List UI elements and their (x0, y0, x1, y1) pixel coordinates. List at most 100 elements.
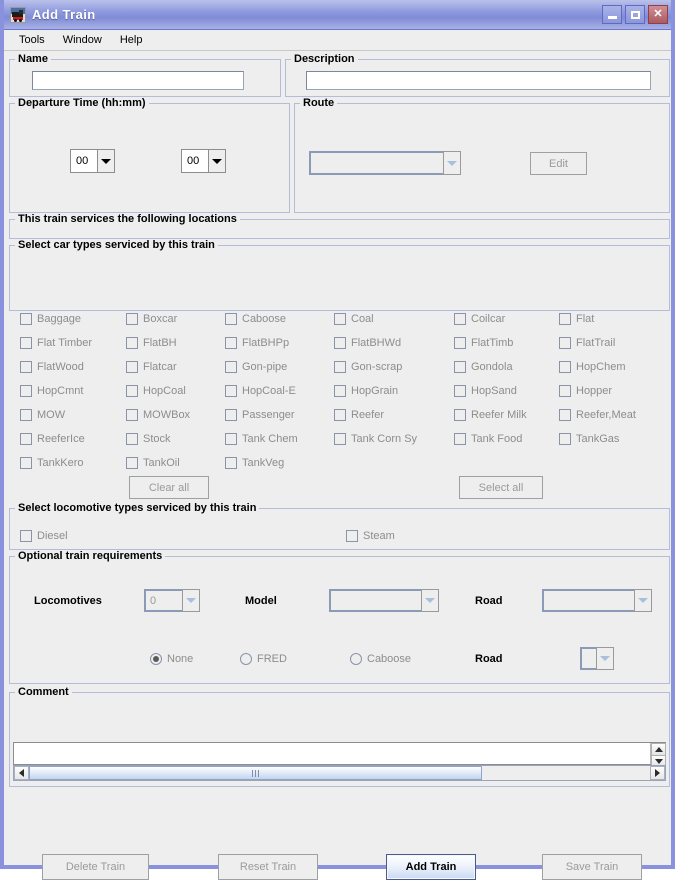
checkbox-coilcar[interactable]: Coilcar (454, 313, 505, 325)
departure-hours-combo[interactable]: 00 (70, 149, 115, 173)
checkbox-caboose[interactable]: Caboose (225, 313, 286, 325)
name-input[interactable] (32, 71, 244, 90)
checkbox-boxcar[interactable]: Boxcar (126, 313, 177, 325)
departure-time-legend: Departure Time (hh:mm) (15, 97, 149, 109)
checkbox-tankkero[interactable]: TankKero (20, 457, 83, 469)
checkbox-hopgrain[interactable]: HopGrain (334, 385, 398, 397)
checkbox-hopchem[interactable]: HopChem (559, 361, 626, 373)
menu-window[interactable]: Window (54, 32, 111, 48)
checkbox-tank-chem[interactable]: Tank Chem (225, 433, 298, 445)
checkbox-label: Reefer (351, 409, 385, 421)
model-value (329, 589, 421, 612)
checkbox-tankoil[interactable]: TankOil (126, 457, 180, 469)
checkbox-gon-pipe[interactable]: Gon-pipe (225, 361, 287, 373)
checkbox-flatcar[interactable]: Flatcar (126, 361, 177, 373)
comment-horizontal-scrollbar[interactable] (13, 765, 666, 781)
checkbox-flattrail[interactable]: FlatTrail (559, 337, 615, 349)
checkbox-tankgas[interactable]: TankGas (559, 433, 619, 445)
checkbox-reefer-milk[interactable]: Reefer Milk (454, 409, 527, 421)
checkbox-hopcoal-e[interactable]: HopCoal-E (225, 385, 296, 397)
checkbox-reeferice[interactable]: ReeferIce (20, 433, 85, 445)
checkbox-hopcmnt[interactable]: HopCmnt (20, 385, 83, 397)
checkbox-tank-food[interactable]: Tank Food (454, 433, 522, 445)
checkbox-box (454, 385, 466, 397)
radio-fred[interactable]: FRED (240, 653, 287, 665)
checkbox-hopsand[interactable]: HopSand (454, 385, 517, 397)
checkbox-box (334, 385, 346, 397)
radio-none[interactable]: None (150, 653, 193, 665)
chevron-down-icon[interactable] (596, 647, 614, 670)
checkbox-box (454, 433, 466, 445)
checkbox-hopcoal[interactable]: HopCoal (126, 385, 186, 397)
scroll-right-button[interactable] (650, 766, 665, 780)
radio-caboose[interactable]: Caboose (350, 653, 411, 665)
departure-minutes-value: 00 (181, 149, 208, 173)
checkbox-label: Gondola (471, 361, 513, 373)
checkbox-label: TankOil (143, 457, 180, 469)
chevron-down-icon[interactable] (443, 151, 461, 175)
checkbox-label: Stock (143, 433, 171, 445)
checkbox-tank-corn-sy[interactable]: Tank Corn Sy (334, 433, 417, 445)
checkbox-tankveg[interactable]: TankVeg (225, 457, 284, 469)
delete-train-button[interactable]: Delete Train (42, 854, 149, 880)
checkbox-flatbhwd[interactable]: FlatBHWd (334, 337, 401, 349)
minimize-button[interactable] (602, 5, 622, 24)
menu-help[interactable]: Help (111, 32, 152, 48)
checkbox-baggage[interactable]: Baggage (20, 313, 81, 325)
checkbox-label: Reefer,Meat (576, 409, 636, 421)
checkbox-label: Tank Chem (242, 433, 298, 445)
locomotives-combo[interactable]: 0 (144, 589, 200, 612)
chevron-down-icon[interactable] (182, 589, 200, 612)
chevron-down-icon[interactable] (208, 149, 226, 173)
checkbox-gon-scrap[interactable]: Gon-scrap (334, 361, 402, 373)
checkbox-coal[interactable]: Coal (334, 313, 374, 325)
checkbox-label: Flat (576, 313, 595, 325)
radio-circle (350, 653, 362, 665)
checkbox-flat-timber[interactable]: Flat Timber (20, 337, 92, 349)
checkbox-flatwood[interactable]: FlatWood (20, 361, 84, 373)
hscroll-track[interactable] (29, 766, 650, 780)
caboose-road-combo[interactable] (580, 647, 614, 670)
checkbox-reefer[interactable]: Reefer (334, 409, 384, 421)
checkbox-mow[interactable]: MOW (20, 409, 65, 421)
window-title: Add Train (32, 7, 96, 22)
checkbox-mowbox[interactable]: MOWBox (126, 409, 190, 421)
clear-all-button[interactable]: Clear all (129, 476, 209, 499)
checkbox-stock[interactable]: Stock (126, 433, 171, 445)
scroll-left-button[interactable] (14, 766, 29, 780)
add-train-button[interactable]: Add Train (386, 854, 476, 880)
departure-time-group: Departure Time (hh:mm) 00 00 (9, 97, 290, 213)
comment-textarea[interactable] (14, 743, 650, 764)
maximize-button[interactable] (625, 5, 645, 24)
checkbox-flat[interactable]: Flat (559, 313, 594, 325)
menu-tools[interactable]: Tools (10, 32, 54, 48)
checkbox-flatbhpp[interactable]: FlatBHPp (225, 337, 289, 349)
checkbox-diesel[interactable]: Diesel (20, 530, 68, 542)
comment-vertical-scrollbar[interactable] (650, 743, 666, 768)
reset-train-button[interactable]: Reset Train (218, 854, 318, 880)
checkbox-hopper[interactable]: Hopper (559, 385, 612, 397)
select-all-button[interactable]: Select all (459, 476, 543, 499)
checkbox-box (20, 530, 32, 542)
checkbox-flatbh[interactable]: FlatBH (126, 337, 177, 349)
route-combo[interactable] (309, 151, 461, 175)
save-train-button[interactable]: Save Train (542, 854, 642, 880)
hscroll-thumb[interactable] (29, 766, 483, 780)
chevron-down-icon[interactable] (97, 149, 115, 173)
checkbox-passenger[interactable]: Passenger (225, 409, 295, 421)
checkbox-box (126, 409, 138, 421)
checkbox-steam[interactable]: Steam (346, 530, 395, 542)
engine-road-combo[interactable] (542, 589, 652, 612)
chevron-down-icon[interactable] (421, 589, 439, 612)
checkbox-gondola[interactable]: Gondola (454, 361, 513, 373)
chevron-down-icon[interactable] (634, 589, 652, 612)
model-combo[interactable] (329, 589, 439, 612)
departure-minutes-combo[interactable]: 00 (181, 149, 226, 173)
checkbox-label: MOW (37, 409, 66, 421)
checkbox-box (20, 433, 32, 445)
checkbox-flattimb[interactable]: FlatTimb (454, 337, 513, 349)
close-button[interactable]: ✕ (648, 5, 668, 24)
checkbox-reefer-meat[interactable]: Reefer,Meat (559, 409, 636, 421)
route-edit-button[interactable]: Edit (530, 152, 587, 175)
description-input[interactable] (306, 71, 651, 90)
